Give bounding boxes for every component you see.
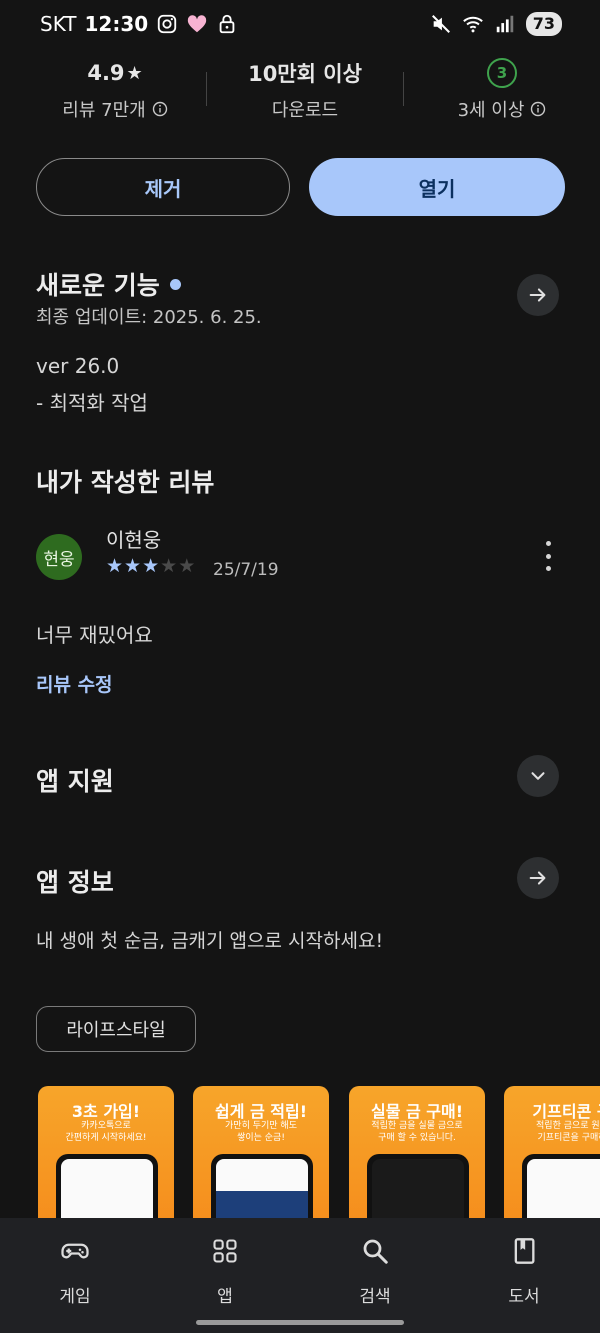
home-indicator[interactable] xyxy=(196,1320,404,1325)
nav-games[interactable]: 게임 xyxy=(25,1234,125,1307)
app-info-arrow-button[interactable] xyxy=(517,857,559,899)
rating-value: 4.9 xyxy=(87,61,125,85)
review-count: 리뷰 7만개 xyxy=(62,100,146,121)
screenshot-card[interactable]: 쉽게 금 적립! 가만히 두기만 해도 쌓이는 순금! xyxy=(193,1086,329,1218)
app-support-title[interactable]: 앱 지원 xyxy=(36,762,114,798)
nav-apps[interactable]: 앱 xyxy=(175,1234,275,1307)
new-indicator-dot xyxy=(169,278,181,290)
downloads-stat: 10만회 이상 다운로드 xyxy=(215,58,395,122)
app-support-expand-button[interactable] xyxy=(517,755,559,797)
stat-divider xyxy=(403,72,404,106)
screenshot-heading: 쉽게 금 적립! xyxy=(214,1102,308,1121)
age-rating-badge: 3 xyxy=(487,58,517,88)
whats-new-heading: 새로운 기능 xyxy=(36,271,160,300)
whats-new-arrow-button[interactable] xyxy=(517,274,559,316)
nav-books[interactable]: 도서 xyxy=(474,1234,574,1307)
screenshot-carousel[interactable]: 3초 가입! 카카오톡으로 간편하게 시작하세요! 쉽게 금 적립! 가만히 두… xyxy=(38,1086,600,1218)
info-icon[interactable] xyxy=(530,101,546,117)
version-text: ver 26.0 xyxy=(36,354,120,378)
star-icon: ★ xyxy=(126,62,143,84)
screenshot-card[interactable]: 기프티콘 구 적립한 금으로 원하 기프티콘을 구매하 xyxy=(504,1086,600,1218)
uninstall-button[interactable]: 제거 xyxy=(36,158,290,216)
phone-mockup xyxy=(367,1154,469,1218)
app-description: 내 생애 첫 순금, 금캐기 앱으로 시작하세요! xyxy=(36,930,384,952)
nav-label: 도서 xyxy=(508,1287,540,1307)
battery-indicator: 73 xyxy=(525,12,562,36)
review-stars: ★ ★ ★ ★ ★ xyxy=(106,556,195,576)
carrier-label: SKT xyxy=(40,12,77,36)
review-date: 25/7/19 xyxy=(213,560,279,580)
phone-mockup xyxy=(56,1154,158,1218)
search-icon xyxy=(363,1239,388,1264)
screenshot-heading: 실물 금 구매! xyxy=(370,1102,464,1121)
mute-icon xyxy=(431,15,450,33)
review-body: 너무 재밌어요 xyxy=(36,623,153,647)
arrow-right-icon xyxy=(529,288,546,302)
nav-search[interactable]: 검색 xyxy=(325,1234,425,1307)
heart-icon xyxy=(187,15,207,33)
nav-label: 게임 xyxy=(59,1287,91,1307)
nav-label: 앱 xyxy=(217,1287,233,1307)
signal-icon xyxy=(496,15,513,33)
downloads-value: 10만회 이상 xyxy=(248,62,362,86)
star-empty-icon: ★ xyxy=(178,555,196,577)
screenshot-heading: 기프티콘 구 xyxy=(532,1102,600,1121)
screenshot-card[interactable]: 실물 금 구매! 적립한 금을 실물 금으로 구매 할 수 있습니다. xyxy=(349,1086,485,1218)
age-rating-label: 3세 이상 xyxy=(457,100,525,121)
star-empty-icon: ★ xyxy=(160,555,178,577)
phone-mockup xyxy=(522,1154,600,1218)
rating-stat[interactable]: 4.9 ★ 리뷰 7만개 xyxy=(25,58,205,122)
instagram-icon xyxy=(157,14,177,34)
edit-review-link[interactable]: 리뷰 수정 xyxy=(36,670,113,697)
book-icon xyxy=(514,1238,535,1264)
last-updated: 최종 업데이트: 2025. 6. 25. xyxy=(36,307,262,328)
info-icon[interactable] xyxy=(152,101,168,117)
category-chip[interactable]: 라이프스타일 xyxy=(36,1006,196,1052)
arrow-right-icon xyxy=(529,871,546,885)
release-notes: - 최적화 작업 xyxy=(36,391,148,415)
gamepad-icon xyxy=(61,1243,89,1259)
wifi-icon xyxy=(462,16,483,33)
nav-label: 검색 xyxy=(359,1287,391,1307)
bottom-navigation: 게임 앱 검색 도서 xyxy=(0,1218,600,1333)
lock-icon xyxy=(219,14,235,34)
apps-grid-icon xyxy=(213,1239,237,1263)
screenshot-heading: 3초 가입! xyxy=(71,1102,141,1121)
avatar: 현웅 xyxy=(36,534,82,580)
chevron-down-icon xyxy=(531,772,545,780)
screenshot-card[interactable]: 3초 가입! 카카오톡으로 간편하게 시작하세요! xyxy=(38,1086,174,1218)
app-stats-row: 4.9 ★ 리뷰 7만개 10만회 이상 다운로드 3 3세 이상 xyxy=(0,58,600,128)
status-bar: SKT 12:30 73 xyxy=(0,0,600,52)
phone-mockup xyxy=(211,1154,313,1218)
clock: 12:30 xyxy=(84,12,149,36)
screenshot-caption: 적립한 금을 실물 금으로 구매 할 수 있습니다. xyxy=(371,1121,463,1143)
whats-new-title[interactable]: 새로운 기능 xyxy=(36,266,181,302)
more-options-icon[interactable] xyxy=(538,541,558,571)
star-filled-icon: ★ xyxy=(124,555,142,577)
downloads-label: 다운로드 xyxy=(271,100,339,121)
my-review-title: 내가 작성한 리뷰 xyxy=(36,468,215,497)
open-button[interactable]: 열기 xyxy=(309,158,565,216)
screenshot-caption: 카카오톡으로 간편하게 시작하세요! xyxy=(65,1121,147,1143)
screenshot-caption: 적립한 금으로 원하 기프티콘을 구매하 xyxy=(536,1121,600,1143)
screenshot-caption: 가만히 두기만 해도 쌓이는 순금! xyxy=(225,1121,297,1143)
age-rating-stat[interactable]: 3 3세 이상 xyxy=(412,58,592,122)
star-filled-icon: ★ xyxy=(106,555,124,577)
stat-divider xyxy=(206,72,207,106)
reviewer-name: 이현웅 xyxy=(106,528,162,552)
star-filled-icon: ★ xyxy=(142,555,160,577)
app-info-title[interactable]: 앱 정보 xyxy=(36,863,114,899)
